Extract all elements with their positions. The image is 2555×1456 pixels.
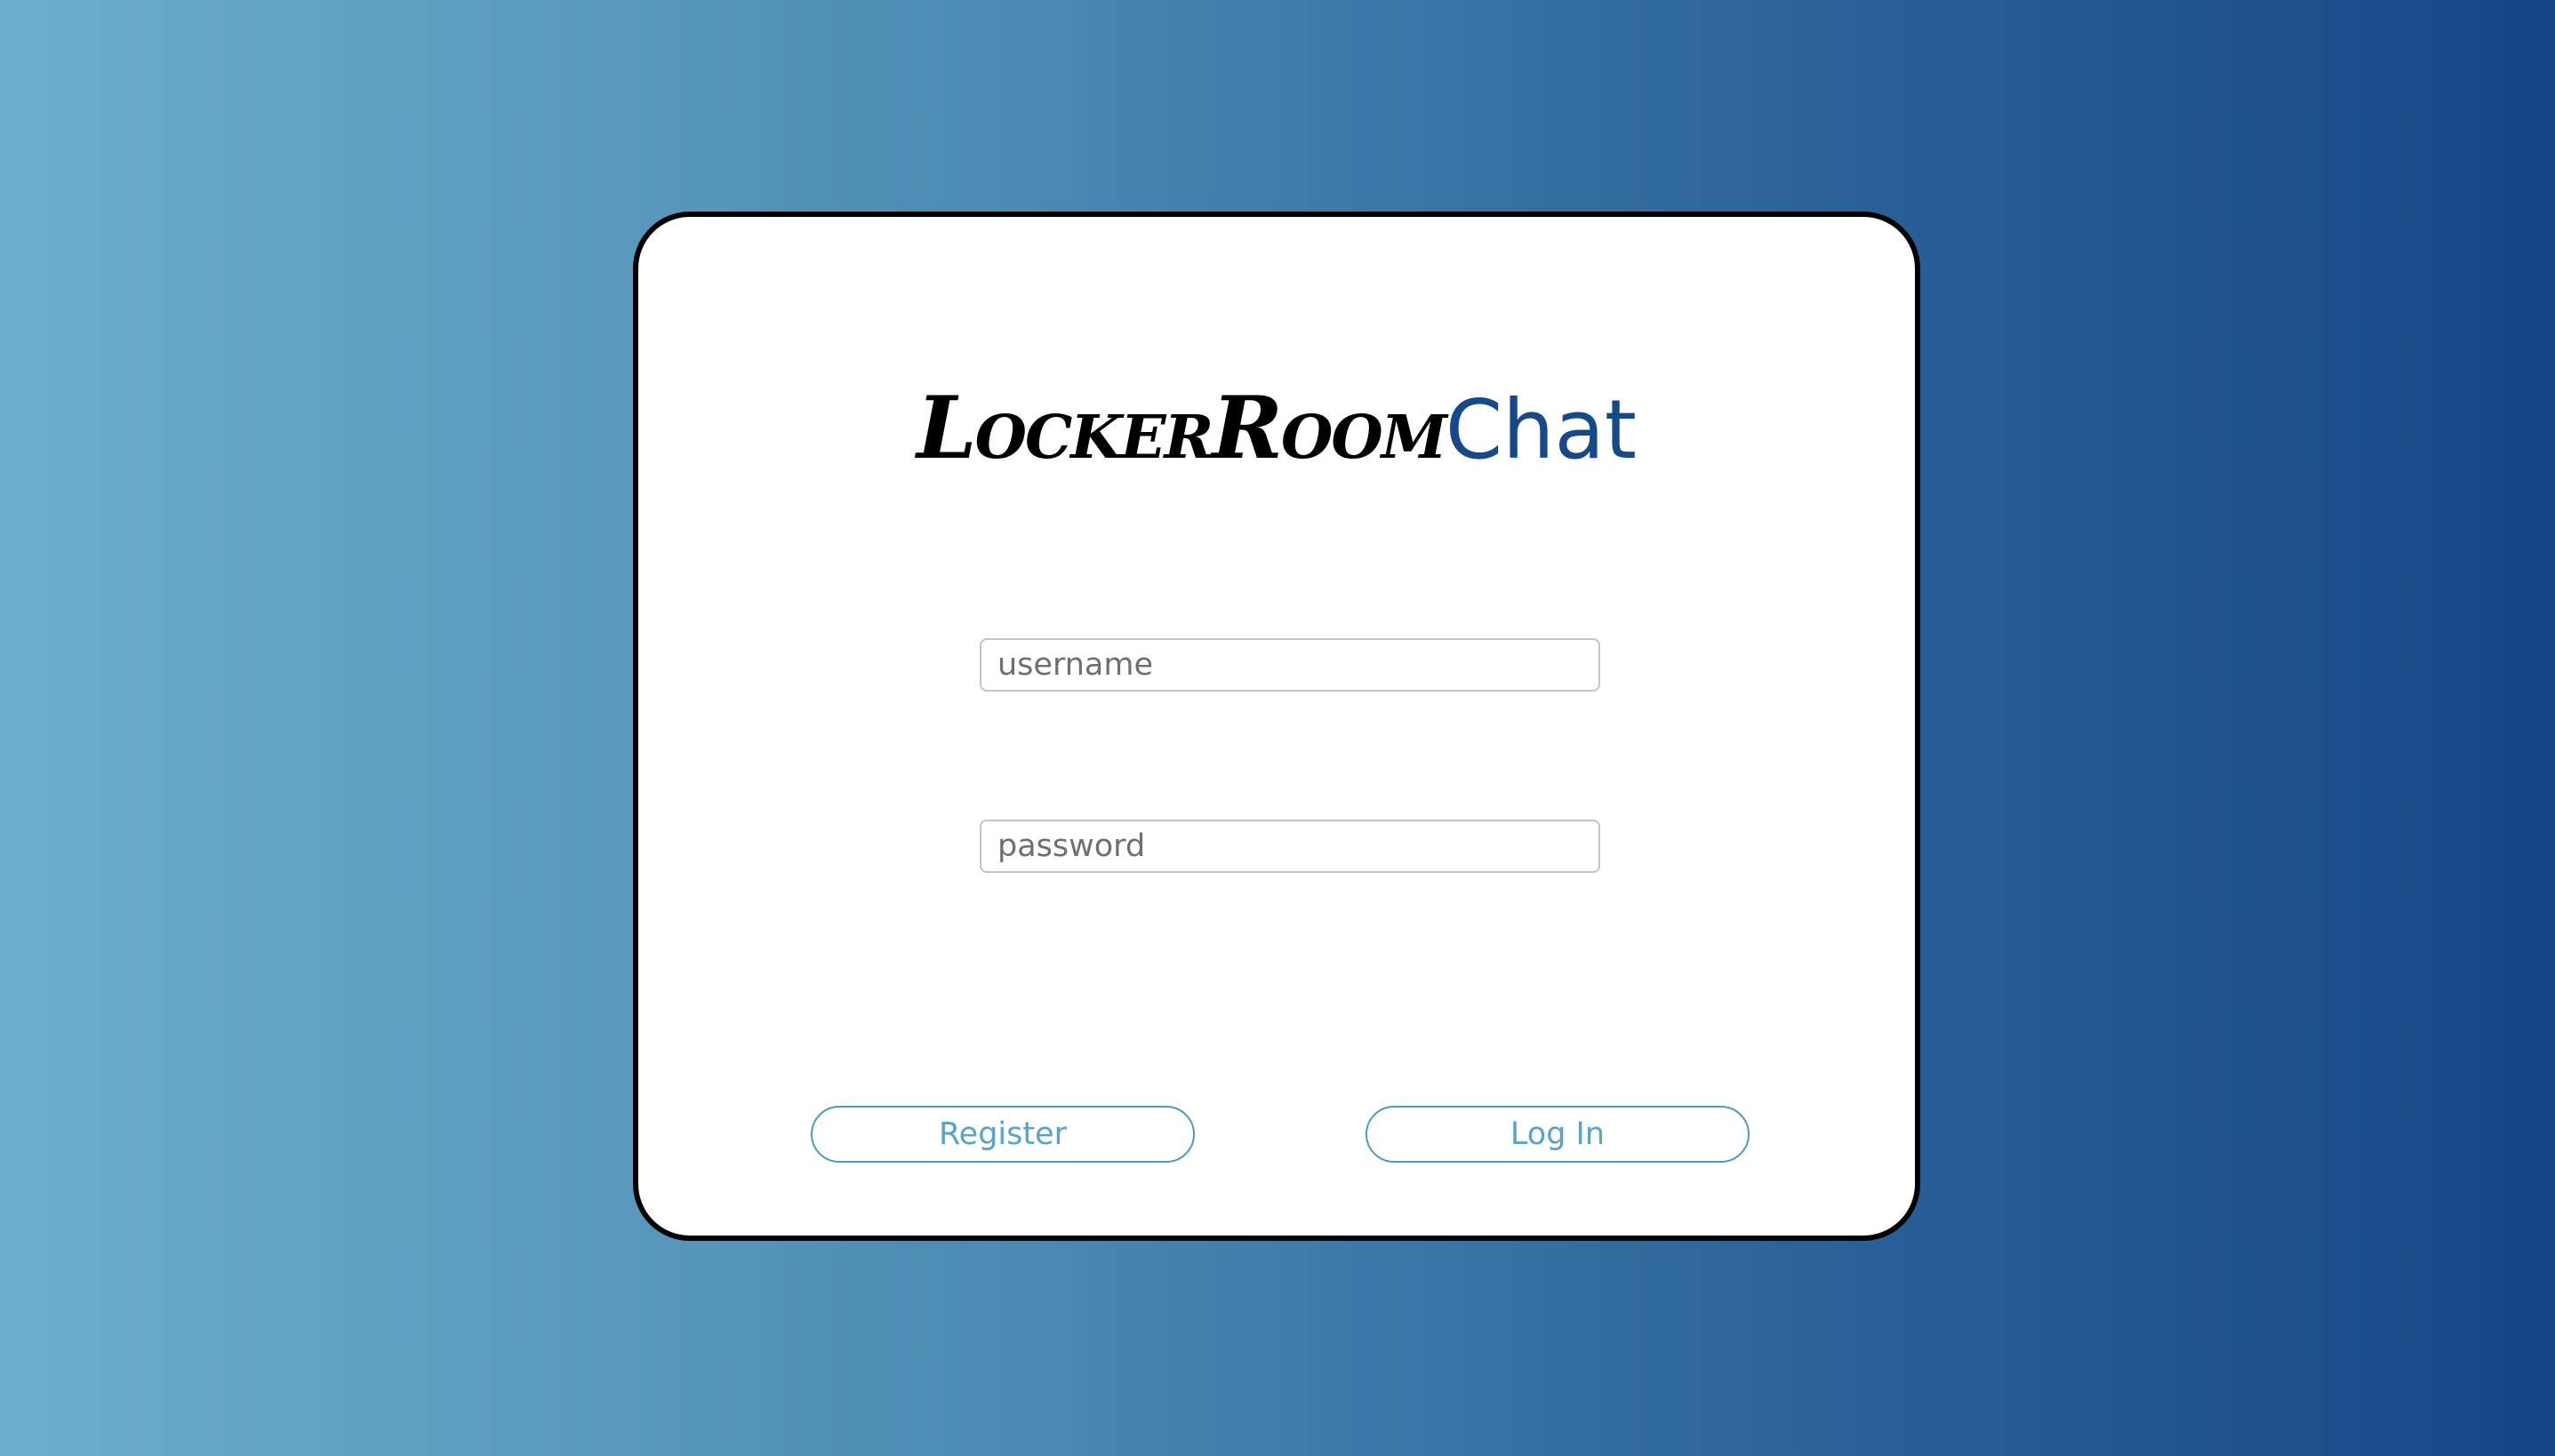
username-input[interactable] [980,638,1600,692]
logo-text-chat: Chat [1445,382,1637,477]
register-button[interactable]: Register [811,1106,1195,1163]
login-button[interactable]: Log In [1366,1106,1750,1163]
app-logo: LockerRoomChat [638,386,1915,471]
login-card: LockerRoomChat Register Log In [633,212,1920,1241]
password-input[interactable] [980,820,1600,873]
logo-text-lockerroom: LockerRoom [917,378,1447,478]
